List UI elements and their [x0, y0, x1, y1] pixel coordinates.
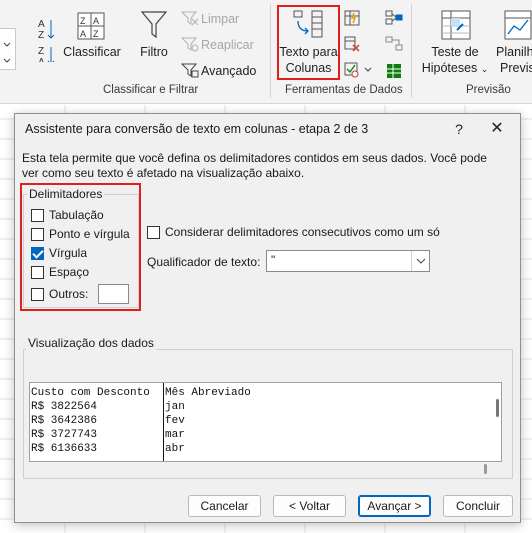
text-to-columns-icon[interactable] [292, 9, 326, 42]
data-model-icon[interactable] [385, 62, 403, 83]
forecast-sheet-line2[interactable]: Previs [500, 60, 532, 76]
svg-text:A: A [38, 19, 45, 30]
dialog-description: Esta tela permite que você defina os del… [22, 151, 487, 180]
forecast-sheet-icon[interactable] [504, 10, 532, 43]
clear-filter-button: Limpar [201, 12, 240, 26]
space-label: Espaço [49, 265, 90, 279]
tab-checkbox-row[interactable]: Tabulação [31, 207, 104, 223]
group-separator [270, 4, 271, 98]
other-delimiter-input[interactable] [98, 284, 129, 304]
comma-checkbox-row[interactable]: Vírgula [31, 245, 87, 261]
reapply-button: Reaplicar [201, 38, 254, 52]
preview-cell: R$ 3822564 [31, 401, 98, 413]
group-label-data-tools: Ferramentas de Dados [285, 84, 403, 96]
column-break-line[interactable] [163, 383, 164, 461]
svg-text:A: A [80, 29, 86, 39]
consecutive-delimiters-label: Considerar delimitadores consecutivos co… [165, 225, 440, 239]
reapply-icon [180, 36, 199, 55]
sort-az-icon[interactable]: AZ ZA [36, 14, 56, 68]
svg-text:A: A [38, 57, 45, 62]
data-preview-legend: Visualização dos dados [26, 336, 156, 350]
tab-label: Tabulação [49, 208, 104, 222]
comma-checkbox[interactable] [31, 246, 44, 260]
back-button[interactable]: < Voltar [273, 495, 346, 517]
advanced-filter-button[interactable]: Avançado [201, 64, 256, 78]
space-checkbox-row[interactable]: Espaço [31, 264, 89, 280]
relationships-icon[interactable] [385, 36, 403, 55]
group-separator [411, 4, 412, 98]
svg-text:Z: Z [80, 16, 86, 26]
consolidate-icon[interactable] [385, 10, 403, 29]
text-to-columns-line2[interactable]: Colunas [277, 60, 340, 76]
chevron-down-icon: ⌄ [480, 64, 489, 74]
group-label-sort-filter: Classificar e Filtrar [103, 84, 199, 96]
svg-text:A: A [93, 16, 99, 26]
clear-filter-icon [180, 10, 199, 29]
chevron-down-icon[interactable] [411, 251, 429, 271]
filter-icon[interactable] [140, 10, 168, 43]
other-checkbox-row[interactable]: Outros: [31, 286, 88, 302]
flash-fill-icon[interactable] [344, 10, 360, 29]
ribbon: AZ ZA ZAAZ Classificar Filtro Limpar Rea… [0, 0, 532, 104]
text-to-columns-wizard-dialog: Assistente para conversão de texto em co… [14, 113, 521, 523]
close-button[interactable]: ✕ [485, 118, 509, 140]
vertical-scrollbar-thumb[interactable] [496, 399, 499, 417]
sort-dialog-icon[interactable]: ZAAZ [77, 12, 105, 43]
comma-label: Vírgula [49, 246, 88, 260]
remove-duplicates-icon[interactable] [344, 36, 360, 55]
preview-cell: mar [165, 429, 185, 441]
svg-text:Z: Z [38, 30, 44, 41]
what-if-analysis-icon[interactable] [441, 10, 471, 43]
consecutive-delimiters-row[interactable]: Considerar delimitadores consecutivos co… [147, 224, 440, 240]
preview-cell: abr [165, 443, 185, 455]
text-qualifier-value: " [271, 253, 276, 267]
cancel-button[interactable]: Cancelar [188, 495, 261, 517]
forecast-sheet-line1[interactable]: Planilha [496, 44, 532, 60]
sort-button[interactable]: Classificar [62, 44, 122, 60]
advanced-filter-icon[interactable] [180, 62, 199, 81]
semicolon-checkbox[interactable] [31, 227, 44, 241]
next-button[interactable]: Avançar > [358, 495, 431, 517]
collapsed-control[interactable] [0, 28, 16, 70]
text-to-columns-line1[interactable]: Texto para [277, 44, 340, 60]
what-if-line1[interactable]: Teste de [418, 44, 492, 60]
consecutive-delimiters-checkbox[interactable] [147, 225, 160, 239]
semicolon-checkbox-row[interactable]: Ponto e vírgula [31, 226, 130, 242]
group-label-forecast: Previsão [466, 84, 511, 96]
preview-cell: R$ 6136633 [31, 443, 98, 455]
semicolon-label: Ponto e vírgula [49, 227, 130, 241]
tab-checkbox[interactable] [31, 208, 44, 222]
help-button[interactable]: ? [447, 118, 471, 140]
text-qualifier-select[interactable]: " [266, 250, 430, 272]
other-label: Outros: [49, 287, 89, 301]
preview-row-header-col2: Mês Abreviado [165, 387, 251, 399]
preview-cell: R$ 3642386 [31, 415, 98, 427]
text-qualifier-label: Qualificador de texto: [147, 255, 261, 269]
horizontal-scrollbar-thumb[interactable] [484, 464, 487, 474]
filter-button[interactable]: Filtro [136, 44, 172, 60]
svg-text:Z: Z [38, 46, 44, 57]
svg-text:Z: Z [93, 29, 99, 39]
preview-cell: R$ 3727743 [31, 429, 98, 441]
dialog-title: Assistente para conversão de texto em co… [25, 122, 369, 136]
finish-button[interactable]: Concluir [443, 495, 513, 517]
chevron-icon [3, 42, 11, 63]
preview-cell: jan [165, 401, 185, 413]
what-if-line2[interactable]: Hipóteses ⌄ [418, 60, 492, 77]
preview-row-header-col1: Custo com Desconto [31, 387, 150, 399]
data-preview-area[interactable]: Custo com Desconto Mês Abreviado R$ 3822… [29, 382, 502, 462]
preview-cell: fev [165, 415, 185, 427]
space-checkbox[interactable] [31, 265, 44, 279]
other-checkbox[interactable] [31, 287, 44, 301]
data-validation-icon[interactable] [344, 62, 374, 81]
